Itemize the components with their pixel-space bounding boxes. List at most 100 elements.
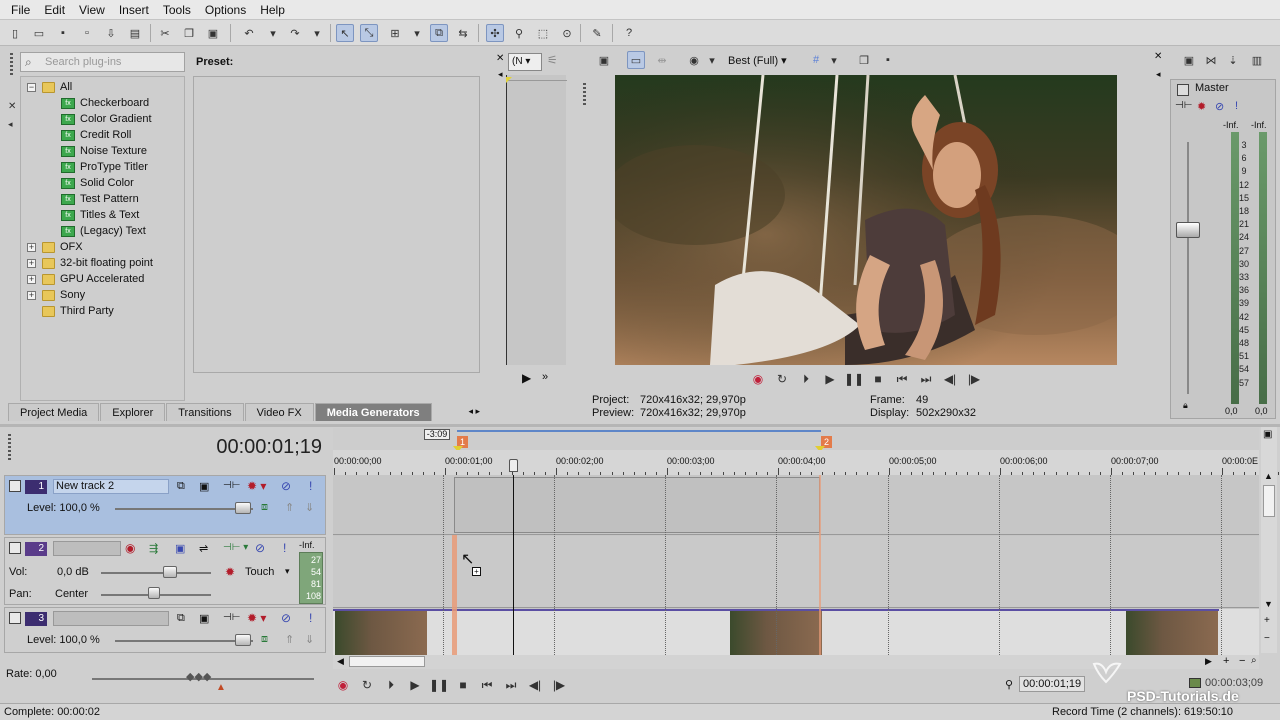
open-icon[interactable]: ▭ <box>30 24 48 42</box>
track-3-header[interactable]: 3 ⧉ ▣ ⊣⊢ ✹ ▾ ⊘ ! Level: 100,0 % ⧈ ⇑ ⇓ <box>4 607 326 653</box>
track-3-envelope-icon[interactable]: ⧈ <box>261 633 268 646</box>
track-2-fx-icon[interactable]: ▣ <box>175 542 185 555</box>
preview-quality-dropdown[interactable]: Best (Full) ▾ <box>728 54 787 67</box>
envelope-tool-icon[interactable]: ⤡ <box>360 24 378 42</box>
empty-event-track-1[interactable] <box>454 477 820 533</box>
vertical-scrollbar[interactable]: ▣ ▲ ▼ + − <box>1261 427 1277 653</box>
plugin-tree-item[interactable]: fx Credit Roll <box>61 127 131 143</box>
whats-this-help-icon[interactable]: ? <box>620 24 638 42</box>
menu-file[interactable]: File <box>4 0 37 20</box>
track-2-minimize[interactable] <box>9 542 21 554</box>
trimmer-play-icon[interactable]: ▶ <box>522 371 531 385</box>
play-from-start-button[interactable]: ⏵ <box>381 676 401 694</box>
auto-crossfade-icon[interactable]: ⧉ <box>430 24 448 42</box>
plugin-tree-item[interactable]: + GPU Accelerated <box>27 271 144 287</box>
trimmer-tool-icon[interactable]: ⚟ <box>547 53 558 67</box>
plugin-tree[interactable]: − All fx Checkerboard fx Color Gradient fx Cred… <box>20 76 185 401</box>
mixer-collapse-icon[interactable]: ◂ <box>1156 69 1161 80</box>
plugin-tree-item[interactable]: + Sony <box>27 287 85 303</box>
marker-bar[interactable]: -3:09 1 2 <box>333 428 1259 452</box>
master-bus-toggle[interactable] <box>1177 84 1189 96</box>
pause-icon[interactable]: ❚❚ <box>844 370 864 388</box>
playhead-cursor[interactable] <box>513 475 514 655</box>
render-icon[interactable]: ⇩ <box>102 24 120 42</box>
scroll-left-icon[interactable]: ◀ <box>337 656 344 667</box>
expand-toggle-icon[interactable]: + <box>27 258 36 268</box>
plugin-tree-item[interactable]: fx Titles & Text <box>61 207 139 223</box>
plugin-tree-item[interactable]: fx Checkerboard <box>61 95 149 111</box>
close-icon[interactable]: ✕ <box>8 101 16 112</box>
track-1-gear-icon[interactable]: ✹ ▾ <box>247 479 266 493</box>
ignore-grouping-icon[interactable]: ⚲ <box>510 24 528 42</box>
track-1-fx-icon[interactable]: ⊣⊢ <box>223 480 240 491</box>
track-2-solo-icon[interactable]: ! <box>283 541 286 555</box>
tab-transitions[interactable]: Transitions <box>166 403 244 421</box>
go-to-end-button[interactable]: ⏭ <box>501 676 521 694</box>
properties-icon[interactable]: ▤ <box>126 24 144 42</box>
track-3-level-slider[interactable] <box>235 634 251 646</box>
plugin-tree-item[interactable]: fx Test Pattern <box>61 191 139 207</box>
vertical-scroll-thumb[interactable] <box>1263 485 1275 517</box>
master-fx-icon[interactable]: ⊣⊢ <box>1175 100 1192 111</box>
undo-dropdown-icon[interactable]: ▾ <box>264 24 282 42</box>
grid-dropdown-icon[interactable]: ▾ <box>825 51 843 69</box>
zoom-tool-small-icon[interactable]: ⌕ <box>1251 655 1257 666</box>
next-frame-button[interactable]: |▶ <box>549 676 569 694</box>
cursor-position-field[interactable]: 00:00:01;19 <box>1019 676 1085 692</box>
save-icon[interactable]: ▪ <box>54 24 72 42</box>
plugin-tree-item[interactable]: fx Color Gradient <box>61 111 152 127</box>
cut-icon[interactable]: ✂ <box>156 24 174 42</box>
menu-tools[interactable]: Tools <box>156 0 198 20</box>
track-3-minimize[interactable] <box>9 612 21 624</box>
clip-thumbnail[interactable] <box>1126 609 1218 655</box>
go-to-start-button[interactable]: ⏮ <box>477 676 497 694</box>
copy-icon[interactable]: ❐ <box>180 24 198 42</box>
selection-tool-icon[interactable]: ⬚ <box>534 24 552 42</box>
menu-options[interactable]: Options <box>198 0 253 20</box>
track-1-composite-icon[interactable]: ▣ <box>199 480 209 493</box>
split-screen-icon[interactable]: ⇹ <box>653 51 671 69</box>
zoom-out-time-icon[interactable]: − <box>1239 655 1245 667</box>
track-3-composite-icon[interactable]: ▣ <box>199 612 209 625</box>
track-2-header[interactable]: 2 ◉ ⇶ ▣ ⇌ ⊣⊢ ▾ ⊘ ! -Inf. 27 54 81 108 Vo… <box>4 537 326 605</box>
track-3-solo-icon[interactable]: ! <box>309 611 312 625</box>
plugin-tree-item[interactable]: Third Party <box>27 303 114 319</box>
preset-list[interactable] <box>193 76 480 373</box>
trimmer-more-icon[interactable]: » <box>542 371 548 383</box>
track-2-name-field[interactable] <box>53 541 121 556</box>
track-3-motion-icon[interactable]: ⧉ <box>177 612 185 625</box>
record-button[interactable]: ◉ <box>333 676 353 694</box>
timeline-options-icon[interactable]: ▣ <box>1263 429 1272 440</box>
track-2-pan-slider[interactable] <box>148 587 160 599</box>
master-solo-icon[interactable]: ! <box>1235 100 1238 112</box>
save-snapshot-icon[interactable]: ▪ <box>879 51 897 69</box>
track-2-volume-slider[interactable] <box>163 566 177 578</box>
scroll-right-icon[interactable]: ▶ <box>1205 656 1212 667</box>
track-2-insert-fx-icon[interactable]: ⊣⊢ ▾ <box>223 542 248 553</box>
zoom-in-time-icon[interactable]: + <box>1223 655 1229 667</box>
expand-toggle-icon[interactable]: − <box>27 82 36 92</box>
tab-explorer[interactable]: Explorer <box>100 403 166 421</box>
redo-icon[interactable]: ↷ <box>286 24 304 42</box>
time-ruler[interactable]: 00:00:00;00 00:00:01;00 00:00:02;00 00:00:0… <box>333 450 1279 475</box>
trimmer-dropdown[interactable]: (N ▾ <box>508 53 542 71</box>
tab-project-media[interactable]: Project Media <box>8 403 100 421</box>
undo-icon[interactable]: ↶ <box>240 24 258 42</box>
rate-slider-handle[interactable]: ◆◆◆ <box>186 670 211 683</box>
overlays-dropdown-icon[interactable]: ▾ <box>703 51 721 69</box>
track-1-name-field[interactable]: New track 2 <box>53 479 169 494</box>
plugin-tree-item[interactable]: + OFX <box>27 239 83 255</box>
collapse-icon[interactable]: ◂ <box>8 119 13 130</box>
plugin-tree-item[interactable]: fx ProType Titler <box>61 159 148 175</box>
track-3-mute-icon[interactable]: ⊘ <box>281 611 291 625</box>
save-as-icon[interactable]: ▫ <box>78 24 96 42</box>
mixer-meters-icon[interactable]: ▥ <box>1248 51 1266 69</box>
tab-media-generators[interactable]: Media Generators <box>314 403 432 421</box>
master-gear-icon[interactable]: ✹ <box>1197 100 1206 113</box>
track-2-arm-record-icon[interactable]: ◉ <box>125 541 135 555</box>
track-3-down-icon[interactable]: ⇓ <box>305 633 314 646</box>
playhead-handle[interactable] <box>509 459 518 472</box>
track-3-up-icon[interactable]: ⇑ <box>285 633 294 646</box>
loop-playback-icon[interactable]: ↻ <box>772 370 792 388</box>
master-mute-icon[interactable]: ⊘ <box>1215 100 1224 113</box>
